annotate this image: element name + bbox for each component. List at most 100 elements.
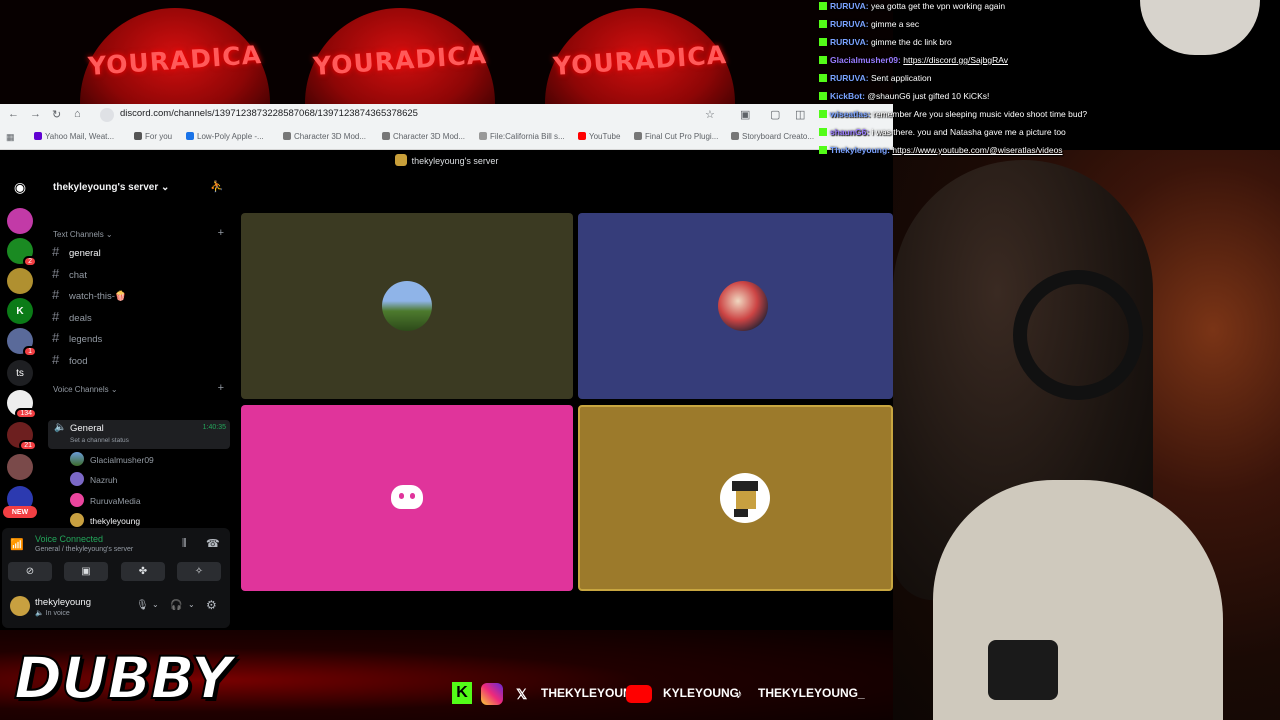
kick-badge-icon <box>819 110 827 118</box>
site-info-icon[interactable] <box>100 108 114 122</box>
chat-username[interactable]: Thekyleyoung: <box>830 145 890 155</box>
window-title: thekyleyoung's server <box>0 150 893 172</box>
bookmark-california[interactable]: File:California Bill s... <box>479 132 565 141</box>
screen-share-button[interactable]: ▣ <box>64 562 108 581</box>
avatar[interactable] <box>10 596 30 616</box>
star-icon[interactable]: ☆ <box>705 108 715 121</box>
headphones-shape <box>1013 270 1143 400</box>
bookmark-character-1[interactable]: Character 3D Mod... <box>283 132 366 141</box>
gear-icon[interactable]: ⚙ <box>206 598 217 612</box>
browser-toolbar: ← → ↻ ⌂ discord.com/channels/13971238732… <box>0 104 893 126</box>
kick-badge-icon <box>819 74 827 82</box>
home-icon[interactable]: ⌂ <box>74 108 81 120</box>
avatar <box>718 281 768 331</box>
participant-tile[interactable] <box>241 213 573 399</box>
chevron-down-icon[interactable]: ⌄ <box>152 600 159 609</box>
add-text-channel-icon[interactable]: + <box>218 227 224 239</box>
chat-username[interactable]: RURUVA: <box>830 19 869 29</box>
chat-text: yea gotta get the vpn working again <box>870 1 1006 11</box>
chat-message: wiseatlas: remember Are you sleeping mus… <box>819 109 1087 119</box>
channel-watch-this[interactable]: # watch-this-🍿 <box>52 285 228 305</box>
text-category[interactable]: Text Channels ⌄ <box>53 230 113 239</box>
participant-tile[interactable] <box>578 213 893 399</box>
chat-username[interactable]: shaunG6: <box>830 127 869 137</box>
hash-icon: # <box>52 266 60 281</box>
channel-chat[interactable]: # chat <box>52 264 228 284</box>
hash-icon: # <box>52 330 60 345</box>
discord-home-icon[interactable]: ◉ <box>7 174 33 200</box>
participant-tile-speaking[interactable] <box>578 405 893 591</box>
chat-username[interactable]: KickBot: <box>830 91 865 101</box>
social-handle-tiktok: THEKYLEYOUNG_ <box>758 686 865 700</box>
split-icon[interactable]: ◫ <box>795 108 805 121</box>
channel-general[interactable]: # general <box>52 242 228 262</box>
voice-user[interactable]: Glacialmusher09 <box>70 451 154 469</box>
chat-message: Thekyleyoung: https://www.youtube.com/@w… <box>819 145 1063 155</box>
chat-username[interactable]: RURUVA: <box>830 73 869 83</box>
guild-icon[interactable]: 1 <box>7 328 37 357</box>
chat-username[interactable]: RURUVA: <box>830 37 869 47</box>
kick-guild-icon[interactable]: K <box>7 298 33 324</box>
chat-text: i was there. you and Natasha gave me a p… <box>871 127 1066 137</box>
voice-user[interactable]: Nazruh <box>70 471 117 489</box>
headphones-icon[interactable]: 🎧 <box>170 600 182 611</box>
avatar <box>382 281 432 331</box>
voice-channel-general[interactable]: 🔈 General 1:40:35 Set a channel status <box>48 420 230 449</box>
reload-icon[interactable]: ↻ <box>52 108 61 121</box>
guild-icon[interactable] <box>7 268 33 294</box>
chat-text: @shaunG6 just gifted 10 KiCKs! <box>867 91 990 101</box>
server-name[interactable]: thekyleyoung's server ⌄ <box>53 182 169 193</box>
hash-icon: # <box>52 287 60 302</box>
participant-tile[interactable] <box>241 405 573 591</box>
chevron-down-icon[interactable]: ⌄ <box>188 600 195 609</box>
chat-username[interactable]: RURUVA: <box>830 1 869 11</box>
avatar <box>70 452 84 466</box>
bookmark-youtube[interactable]: YouTube <box>578 132 620 141</box>
chat-message: KickBot: @shaunG6 just gifted 10 KiCKs! <box>819 91 989 101</box>
chat-text[interactable]: https://discord.gg/SajbgRAv <box>903 55 1008 65</box>
add-voice-channel-icon[interactable]: + <box>218 382 224 394</box>
bookmark-storyboard[interactable]: Storyboard Creato... <box>731 132 814 141</box>
user-status: 🔈 In voice <box>35 610 70 617</box>
signal-icon[interactable]: 📶 <box>10 538 24 551</box>
channel-legends[interactable]: # legends <box>52 328 228 348</box>
back-icon[interactable]: ← <box>8 108 19 120</box>
guild-icon[interactable] <box>7 208 33 234</box>
avatar <box>70 513 84 527</box>
noise-icon[interactable]: ⫼ <box>182 538 187 549</box>
guild-icon[interactable] <box>7 454 33 480</box>
tab-icon[interactable]: ▢ <box>770 108 780 121</box>
bookmark-final-cut[interactable]: Final Cut Pro Plugi... <box>634 132 718 141</box>
mic-icon[interactable]: 🎙 <box>136 600 149 611</box>
guild-icon[interactable]: 2 <box>7 238 37 267</box>
tiktok-icon: ♪ <box>736 686 743 701</box>
guild-icon[interactable]: 21 <box>7 422 37 451</box>
chat-username[interactable]: Glacialmusher09: <box>830 55 901 65</box>
kick-badge-icon <box>819 38 827 46</box>
disconnect-icon[interactable]: ☎ <box>206 537 220 550</box>
bookmark-for-you[interactable]: For you <box>134 132 172 141</box>
apps-icon[interactable]: ▦ <box>6 132 15 143</box>
server-icon <box>394 154 407 166</box>
kick-badge-icon <box>819 146 827 154</box>
forward-icon[interactable]: → <box>30 108 41 120</box>
channel-deals[interactable]: # deals <box>52 307 228 327</box>
bookmarks-bar: ▦ Yahoo Mail, Weat... For you Low-Poly A… <box>0 126 893 150</box>
url-bar[interactable]: discord.com/channels/1397123873228587068… <box>120 108 418 119</box>
bookmark-yahoo[interactable]: Yahoo Mail, Weat... <box>34 132 114 141</box>
guild-ts[interactable]: ts <box>7 360 33 386</box>
voice-category[interactable]: Voice Channels ⌄ <box>53 385 118 394</box>
guild-icon[interactable]: 134 <box>7 390 37 419</box>
soundboard-button[interactable]: ✧ <box>177 562 221 581</box>
chat-message: RURUVA: yea gotta get the vpn working ag… <box>819 1 1005 11</box>
extension-icon[interactable]: ▣ <box>740 108 750 121</box>
invite-icon[interactable]: ⛹ <box>210 180 224 193</box>
camera-button[interactable]: ⊘ <box>8 562 52 581</box>
channel-food[interactable]: # food <box>52 350 228 370</box>
bookmark-character-2[interactable]: Character 3D Mod... <box>382 132 465 141</box>
voice-user[interactable]: RuruvaMedia <box>70 492 141 510</box>
chat-username[interactable]: wiseatlas: <box>830 109 871 119</box>
bookmark-low-poly[interactable]: Low-Poly Apple -... <box>186 132 264 141</box>
chat-text[interactable]: https://www.youtube.com/@wiseratlas/vide… <box>892 145 1062 155</box>
activities-button[interactable]: ✤ <box>121 562 165 581</box>
